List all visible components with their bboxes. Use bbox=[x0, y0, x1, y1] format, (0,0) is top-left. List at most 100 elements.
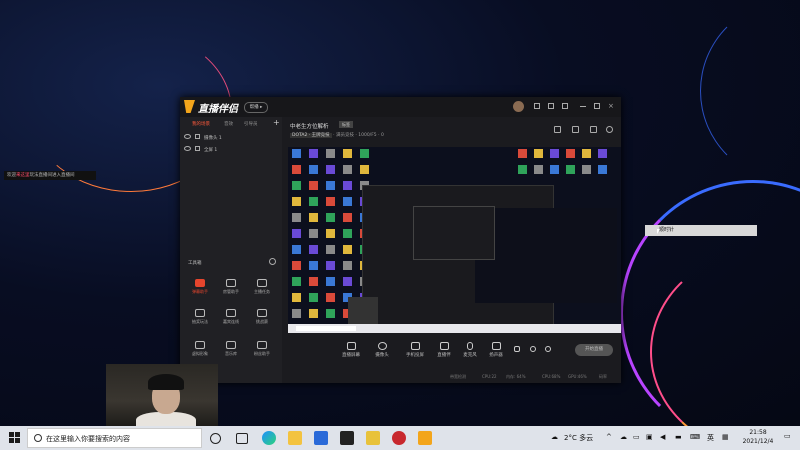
record-toggle[interactable] bbox=[512, 346, 522, 354]
lock-icon[interactable] bbox=[195, 146, 200, 151]
mail-icon[interactable] bbox=[314, 431, 328, 445]
source-companion-button[interactable]: 直播伴 bbox=[432, 342, 456, 358]
scene-item-camera[interactable]: 摄像头 1 bbox=[184, 134, 222, 144]
category-chip[interactable]: DOTA2 · 王牌竞技 bbox=[290, 133, 332, 138]
desktop-shortcut-icon bbox=[550, 149, 559, 158]
tab-sound-effects[interactable]: 音效 bbox=[224, 121, 233, 127]
desktop-shortcut-icon bbox=[292, 277, 301, 286]
eye-icon[interactable] bbox=[184, 134, 191, 139]
desktop-shortcut-icon bbox=[343, 181, 352, 190]
tool-challenge[interactable]: 挑战赛 bbox=[247, 309, 277, 329]
tab-guide[interactable]: 引导员 bbox=[244, 121, 258, 127]
clock[interactable]: 21:58 2021/12/4 bbox=[738, 428, 778, 446]
desktop-shortcut-icon bbox=[343, 197, 352, 206]
gift-icon[interactable] bbox=[548, 103, 554, 109]
camera-icon[interactable] bbox=[554, 126, 561, 133]
tool-host-tasks[interactable]: 主播任务 bbox=[247, 279, 277, 299]
task-view-icon[interactable] bbox=[236, 433, 248, 444]
desktop-shortcut-icon bbox=[326, 229, 335, 238]
bell-icon[interactable] bbox=[590, 126, 597, 133]
weather-text[interactable]: 2°C 多云 bbox=[564, 433, 593, 443]
microphone-button[interactable]: 麦克风 bbox=[458, 342, 482, 358]
version-badge[interactable]: 帮播 ▸ bbox=[244, 102, 268, 113]
app-icon[interactable] bbox=[366, 431, 380, 445]
battery-icon[interactable]: ▬ bbox=[675, 433, 682, 441]
task-icon bbox=[257, 279, 267, 287]
preview-toggle[interactable] bbox=[528, 346, 538, 354]
ime-indicator[interactable]: 英 bbox=[707, 433, 714, 443]
taskbar-search[interactable]: 在这里输入你要搜索的内容 bbox=[27, 428, 202, 448]
keyboard-icon[interactable]: ▦ bbox=[722, 433, 729, 441]
stream-subinfo-text: · 满员竞技 · 1000/F5 · 0 bbox=[333, 133, 384, 138]
desktop-shortcut-icon bbox=[518, 165, 527, 174]
desktop-shortcut-icon bbox=[292, 165, 301, 174]
input-icon[interactable]: ⌨ bbox=[690, 433, 700, 441]
lock-icon[interactable] bbox=[195, 134, 200, 139]
settings-icon[interactable] bbox=[562, 103, 568, 109]
store-icon[interactable] bbox=[340, 431, 354, 445]
share-icon[interactable] bbox=[606, 126, 613, 133]
tool-room-manager[interactable]: 房管助手 bbox=[216, 279, 246, 299]
desktop-shortcut-icon bbox=[550, 165, 559, 174]
status-item: CPU:22 bbox=[482, 374, 497, 379]
cloud-icon[interactable]: ☁ bbox=[620, 433, 627, 441]
source-screen-button[interactable]: 直播屏幕 bbox=[339, 342, 363, 358]
maximize-icon[interactable] bbox=[594, 103, 600, 109]
network-icon[interactable]: ▭ bbox=[633, 433, 640, 441]
volume-icon[interactable]: ◀ bbox=[660, 433, 665, 441]
desktop-shortcut-icon bbox=[343, 229, 352, 238]
desktop-shortcut-icon bbox=[360, 149, 369, 158]
tool-fans[interactable]: 粉丝助手 bbox=[247, 341, 277, 361]
tool-guest-link[interactable]: 嘉宾连线 bbox=[216, 309, 246, 329]
edge-icon[interactable] bbox=[262, 431, 276, 445]
status-item: CPU:68% bbox=[542, 374, 561, 379]
desktop-shortcut-icon bbox=[309, 229, 318, 238]
speaker-button[interactable]: 扬声器 bbox=[484, 342, 508, 358]
steam-icon[interactable] bbox=[392, 431, 406, 445]
desktop-shortcut-icon bbox=[326, 181, 335, 190]
toolbox-title: 工具箱 bbox=[188, 261, 202, 266]
monitor-icon[interactable]: ▣ bbox=[646, 433, 653, 441]
nested-app-window bbox=[362, 185, 617, 327]
source-phone-button[interactable]: 手机投屏 bbox=[403, 342, 427, 358]
stream-title[interactable]: 中老生方位解析 bbox=[290, 122, 329, 130]
cortana-icon[interactable] bbox=[210, 433, 221, 444]
live-companion-taskbar-icon[interactable] bbox=[418, 431, 432, 445]
notification-icon[interactable]: ▭ bbox=[784, 432, 791, 440]
tool-lottery[interactable]: 抽奖玩法 bbox=[185, 309, 215, 329]
desktop-shortcut-icon bbox=[292, 181, 301, 190]
start-live-button[interactable]: 开始直播 bbox=[575, 344, 613, 356]
floating-label-box[interactable]: 顺时针 bbox=[645, 225, 757, 236]
desktop-shortcut-icon bbox=[309, 245, 318, 254]
title-tag[interactable]: 标签 bbox=[339, 121, 353, 128]
eye-icon[interactable] bbox=[184, 146, 191, 151]
eye-icon bbox=[530, 346, 536, 352]
scene-item-fullscreen[interactable]: 全屏 1 bbox=[184, 146, 217, 156]
tool-danmaku[interactable]: 弹幕助手 bbox=[185, 279, 215, 299]
source-camera-button[interactable]: 摄像头 bbox=[370, 342, 394, 358]
avatar-icon bbox=[195, 341, 205, 349]
desktop-shortcut-icon bbox=[326, 309, 335, 318]
person-hair bbox=[148, 374, 184, 390]
close-icon[interactable]: × bbox=[608, 103, 614, 110]
desktop-shortcut-icon bbox=[343, 245, 352, 254]
avatar[interactable] bbox=[513, 101, 524, 112]
desktop-shortcut-icon bbox=[309, 293, 318, 302]
stream-preview[interactable] bbox=[288, 147, 621, 333]
add-scene-button[interactable]: + bbox=[273, 118, 280, 127]
message-icon[interactable] bbox=[534, 103, 540, 109]
desktop-shortcut-icon bbox=[598, 165, 607, 174]
desktop-shortcut-icon bbox=[343, 165, 352, 174]
minimize-icon[interactable] bbox=[580, 103, 586, 107]
tool-avatar[interactable]: 虚拟形象 bbox=[185, 341, 215, 361]
weather-icon[interactable]: ☁ bbox=[551, 433, 558, 441]
gear-icon bbox=[545, 346, 551, 352]
tab-my-scenes[interactable]: 我的场景 bbox=[192, 121, 210, 127]
windows-start-icon[interactable] bbox=[9, 432, 21, 444]
toolbox-settings-icon[interactable] bbox=[269, 258, 276, 265]
tool-music[interactable]: 音乐库 bbox=[216, 341, 246, 361]
stream-settings[interactable] bbox=[543, 346, 553, 354]
file-explorer-icon[interactable] bbox=[288, 431, 302, 445]
chevron-up-icon[interactable]: ^ bbox=[606, 433, 612, 441]
record-icon[interactable] bbox=[572, 126, 579, 133]
